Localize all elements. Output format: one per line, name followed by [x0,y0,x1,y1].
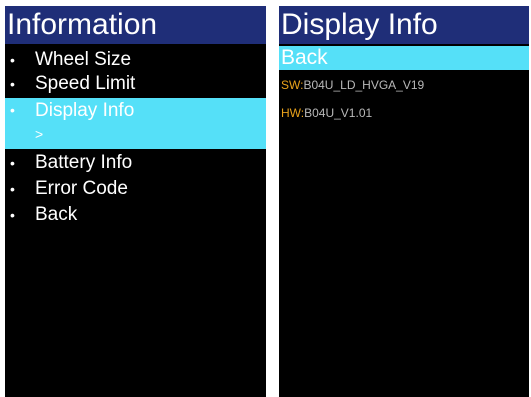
submenu-arrow-icon: > [35,126,44,142]
bullet-icon: • [10,207,15,223]
sw-value: B04U_LD_HVGA_V19 [303,78,425,92]
hardware-version: HW:B04U_V1.01 [281,106,372,120]
menu-item-label: Battery Info [35,152,133,173]
information-title: Information [5,6,266,44]
menu-item-label: Speed Limit [35,73,136,94]
bullet-icon: • [10,155,15,171]
menu-item-display-info[interactable]: • Display Info > [5,98,266,149]
menu-item-error-code[interactable]: • Error Code [5,177,266,201]
information-menu-screen: Information • Wheel Size • Speed Limit •… [5,6,266,397]
bullet-icon: • [10,181,15,197]
menu-item-speed-limit[interactable]: • Speed Limit [5,72,266,96]
software-version: SW:B04U_LD_HVGA_V19 [281,78,424,92]
menu-item-label: Wheel Size [35,49,132,70]
menu-item-label: Error Code [35,178,128,199]
hw-key-label: HW: [281,106,305,120]
menu-item-back[interactable]: • Back [5,203,266,227]
display-info-title: Display Info [279,6,529,44]
menu-item-wheel-size[interactable]: • Wheel Size [5,48,266,72]
menu-item-label: Back [35,204,78,225]
menu-item-label: Display Info [35,100,135,121]
bullet-icon: • [10,102,15,118]
menu-item-battery-info[interactable]: • Battery Info [5,151,266,175]
display-info-screen: Display Info Back SW:B04U_LD_HVGA_V19 HW… [279,6,529,397]
sw-key-label: SW: [281,78,304,92]
hw-value: B04U_V1.01 [304,106,373,120]
bullet-icon: • [10,52,15,68]
bullet-icon: • [10,76,15,92]
back-button[interactable]: Back [279,46,529,70]
